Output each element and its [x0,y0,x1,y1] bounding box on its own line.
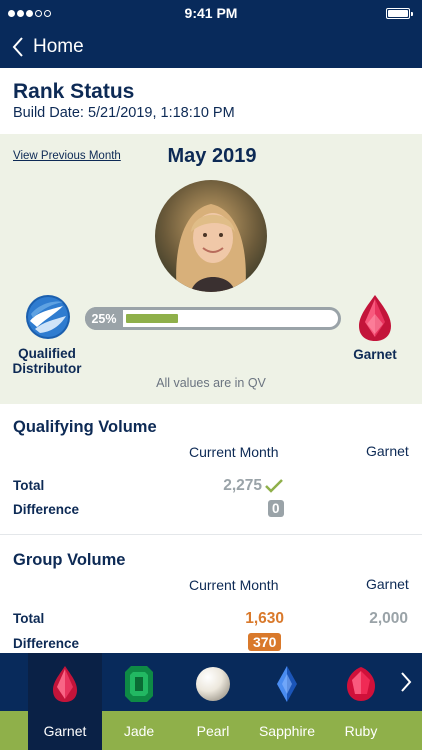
chevron-right-icon[interactable] [400,671,414,693]
column-current-month: Current Month [189,444,279,460]
section-title: Group Volume [13,551,126,569]
gv-target-value: 2,000 [369,610,408,627]
pearl-gem-icon [176,664,250,704]
gv-difference-badge: 370 [248,633,282,651]
tab-label: Jade [123,723,155,739]
qv-total-value: 2,275 [223,477,262,494]
tab-garnet[interactable]: Garnet [28,653,102,750]
group-volume-section: Group Volume Current Month Garnet Total … [0,535,422,653]
current-rank-label: Qualified Distributor [12,346,82,376]
tab-label: Sapphire [258,723,316,739]
qv-difference-badge: 0 [268,500,284,517]
total-label: Total [13,611,45,626]
tab-label: Ruby [344,723,378,739]
battery-icon [386,8,413,19]
progress-fill [126,314,178,323]
status-time: 9:41 PM [184,5,238,21]
tab-jade[interactable]: Jade [102,653,176,750]
gv-total-value: 1,630 [245,610,284,627]
sapphire-gem-icon [250,664,324,704]
tab-label: Pearl [196,723,230,739]
section-title: Qualifying Volume [13,418,157,436]
column-target-rank: Garnet [366,576,409,592]
difference-label: Difference [13,502,80,517]
jade-gem-icon [102,664,176,704]
garnet-gem-icon [358,294,392,342]
page-header: Rank Status Build Date: 5/21/2019, 1:18:… [0,68,422,134]
column-target-rank: Garnet [366,443,409,459]
total-label: Total [13,478,45,493]
status-bar: 9:41 PM [0,0,422,26]
current-month-title: May 2019 [167,145,257,167]
qualified-distributor-icon [25,294,71,340]
nav-bar: Home [0,26,422,68]
tab-ruby[interactable]: Ruby [324,653,398,750]
avatar [155,180,267,292]
back-button[interactable]: Home [33,36,84,58]
garnet-gem-icon [28,664,102,704]
rank-progress-panel: View Previous Month May 2019 Qualified D… [0,134,422,404]
difference-label: Difference [13,636,80,651]
progress-percent: 25% [85,307,123,330]
tab-sapphire[interactable]: Sapphire [250,653,324,750]
check-icon [264,478,284,494]
rank-progress-bar: 25% [85,307,341,330]
ruby-gem-icon [324,664,398,704]
build-date: Build Date: 5/21/2019, 1:18:10 PM [13,105,235,121]
rank-tab-bar: Garnet Jade Pearl Sapphire Ruby [0,653,422,750]
qualifying-volume-section: Qualifying Volume Current Month Garnet T… [0,404,422,534]
qv-note: All values are in QV [156,376,266,390]
next-rank-label: Garnet [353,347,397,362]
page-title: Rank Status [13,80,135,103]
chevron-left-icon[interactable] [12,36,26,58]
tab-label: Garnet [43,723,87,739]
tab-pearl[interactable]: Pearl [176,653,250,750]
column-current-month: Current Month [189,577,279,593]
